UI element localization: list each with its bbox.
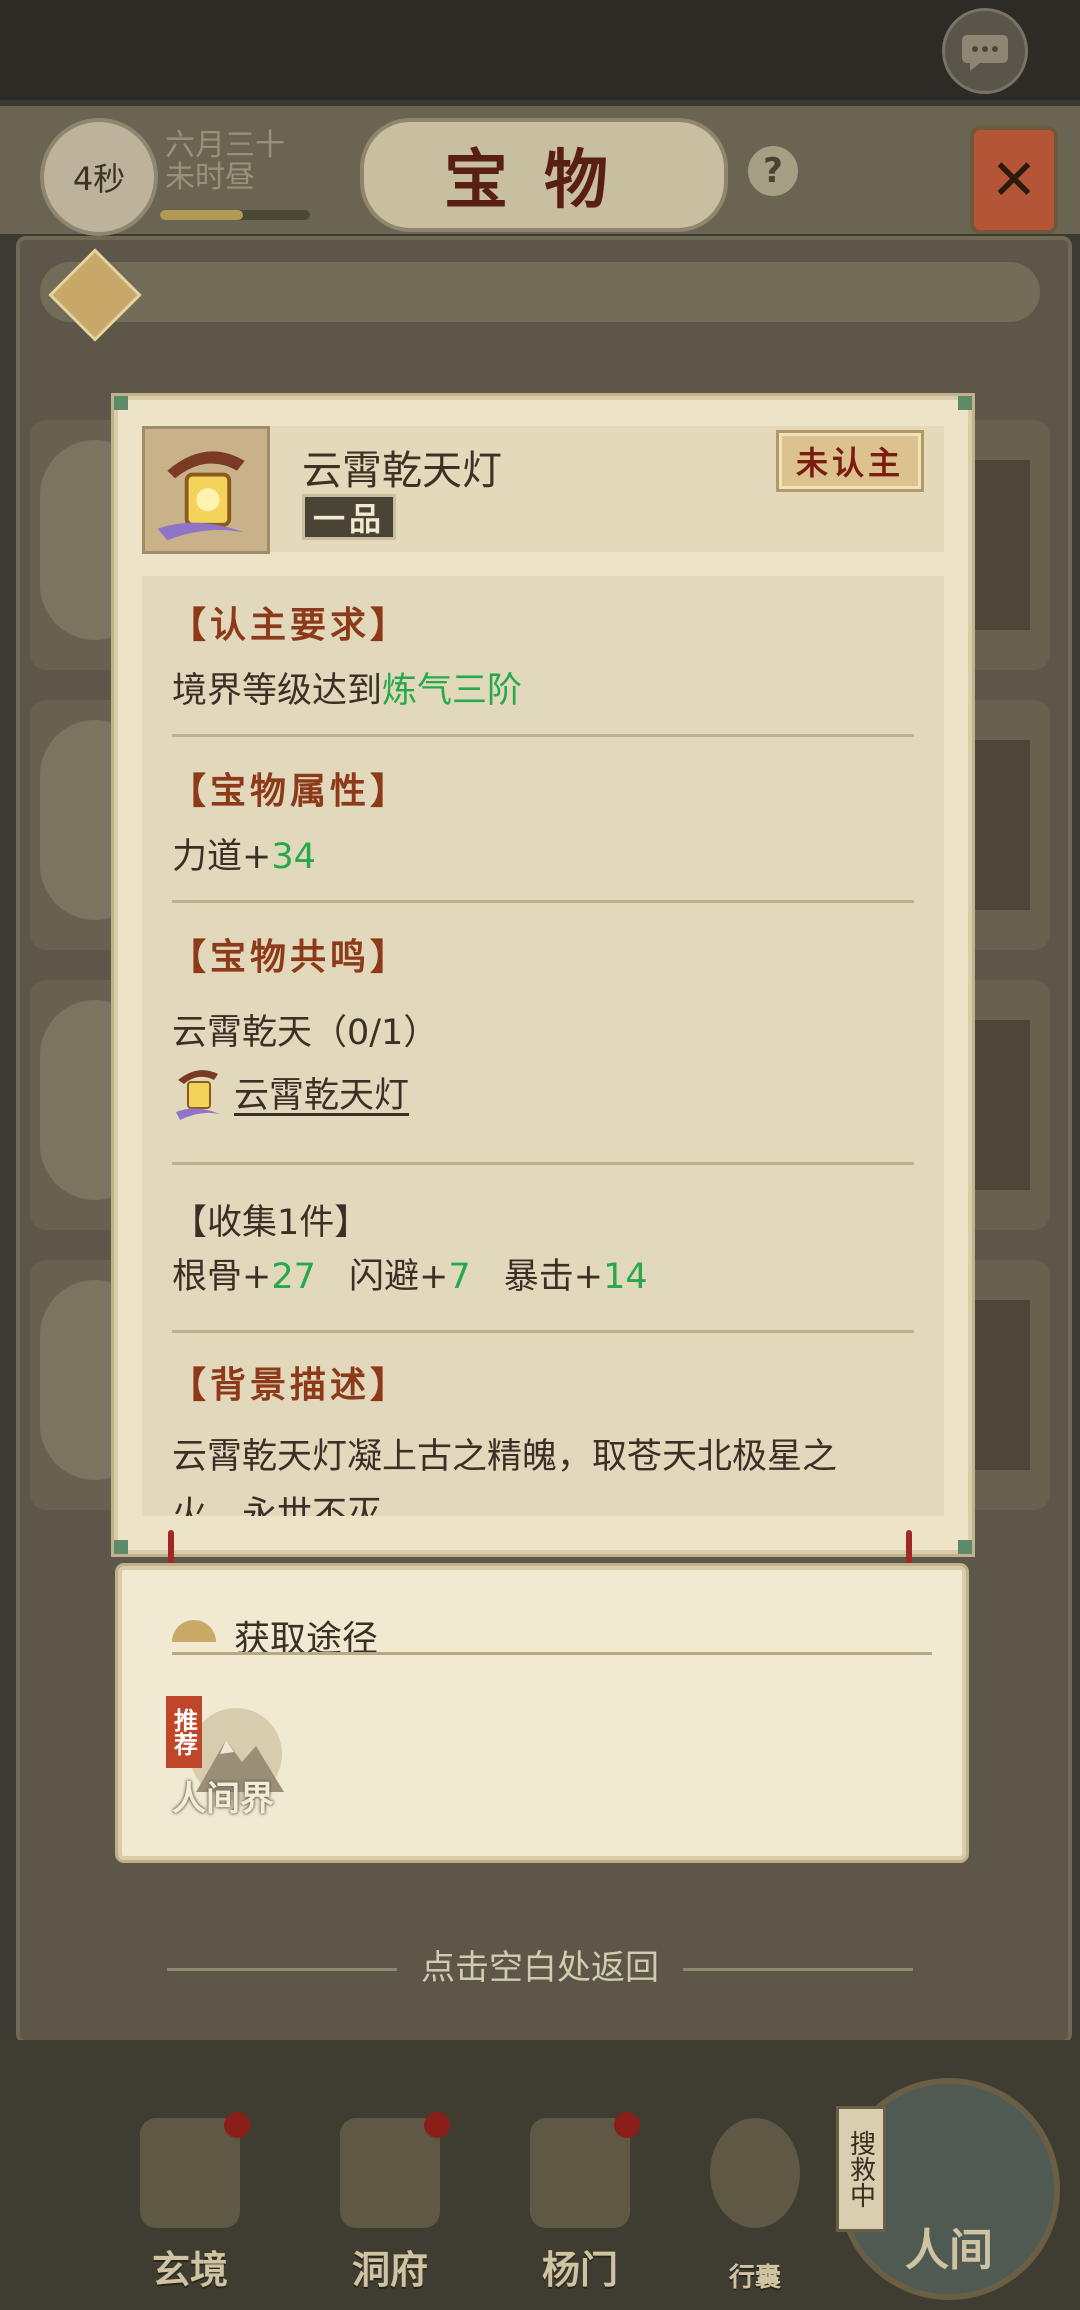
lantern-icon	[176, 1070, 220, 1120]
divider	[172, 734, 914, 737]
background-text-line-1: 云霄乾天灯凝上古之精魄，取苍天北极星之	[172, 1437, 838, 1477]
ornament-left	[167, 1968, 397, 1971]
dismiss-hint-text: 点击空白处返回	[421, 1948, 659, 1988]
pavilion-icon	[340, 2118, 440, 2228]
chat-icon	[962, 35, 1008, 71]
divider	[172, 1330, 914, 1333]
date-line-1: 六月三十	[165, 128, 285, 163]
bonus-value: 14	[603, 1257, 648, 1297]
banner-icon	[530, 2118, 630, 2228]
timer-badge: 4秒	[40, 118, 158, 236]
grade-badge: 一品	[302, 494, 396, 540]
date-line-2: 未时昼	[165, 160, 255, 195]
set-name: 云霄乾天（0/1）	[172, 1013, 439, 1053]
close-icon: ✕	[990, 147, 1038, 213]
bottom-dock: 玄境 洞府 杨门 行囊 人间	[0, 2040, 1080, 2310]
search-status-tag: 搜救中	[836, 2106, 886, 2232]
dismiss-hint[interactable]: 点击空白处返回	[0, 1940, 1080, 1989]
bonus-value: 27	[271, 1257, 316, 1297]
item-name: 云霄乾天灯	[302, 448, 502, 494]
divider	[172, 1162, 914, 1165]
notification-dot	[224, 2112, 250, 2138]
detail-scroll-area[interactable]: 【认主要求】 境界等级达到炼气三阶 【宝物属性】 力道+34 【宝物共鸣】 云霄…	[142, 576, 944, 1516]
bag-icon	[710, 2118, 800, 2228]
section-title-background: 【背景描述】	[170, 1364, 411, 1406]
dock-label: 杨门	[541, 2247, 618, 2292]
section-title-resonance: 【宝物共鸣】	[170, 936, 411, 978]
panel-banner	[40, 262, 1040, 322]
status-badge: 未认主	[776, 430, 924, 492]
recommend-tag: 推荐	[166, 1696, 202, 1768]
requirement-line: 境界等级达到炼气三阶	[172, 662, 522, 713]
item-header: 云霄乾天灯 一品 未认主	[142, 426, 944, 554]
cloud-icon	[172, 1620, 216, 1642]
notification-dot	[424, 2112, 450, 2138]
card-corner	[958, 1540, 972, 1554]
dock-xuanjing[interactable]: 玄境	[120, 2108, 260, 2298]
card-corner	[958, 396, 972, 410]
section-title-requirement: 【认主要求】	[170, 604, 411, 646]
timer-text: 4秒	[72, 160, 126, 198]
divider	[172, 900, 914, 903]
bonus-name: 暴击+	[503, 1257, 604, 1297]
divider	[172, 1652, 932, 1655]
close-button[interactable]: ✕	[970, 126, 1058, 234]
acquisition-card: 获取途径 推荐 人间界	[118, 1566, 966, 1860]
game-date: 六月三十 未时昼	[165, 130, 285, 194]
bonus-value: 7	[448, 1257, 471, 1297]
set-member-name: 云霄乾天灯	[234, 1075, 410, 1116]
card-corner	[114, 396, 128, 410]
time-progress-bar	[160, 210, 310, 220]
requirement-value: 炼气三阶	[382, 671, 523, 711]
source-world-label: 人间界	[172, 1779, 274, 1819]
help-button[interactable]: ?	[748, 146, 798, 196]
requirement-text: 境界等级达到	[172, 671, 383, 711]
ornament-right	[683, 1968, 913, 1971]
dock-bag[interactable]: 行囊	[700, 2108, 810, 2298]
lantern-icon	[142, 426, 270, 554]
attribute-value: 34	[271, 837, 316, 877]
page-title: 宝物	[360, 118, 728, 232]
chat-button[interactable]	[942, 8, 1028, 94]
bonus-name: 根骨+	[172, 1257, 272, 1297]
time-progress-fill	[160, 210, 243, 220]
card-corner	[114, 1540, 128, 1554]
notification-dot	[614, 2112, 640, 2138]
set-member-item[interactable]: 云霄乾天灯	[172, 1062, 409, 1122]
collect-title: 【收集1件】	[172, 1203, 370, 1243]
attribute-line: 力道+34	[172, 828, 316, 879]
scroll-icon	[140, 2118, 240, 2228]
treasure-detail-card: 云霄乾天灯 一品 未认主 【认主要求】 境界等级达到炼气三阶 【宝物属性】 力道…	[114, 396, 972, 1554]
dock-label: 行囊	[728, 2263, 781, 2293]
attribute-name: 力道+	[172, 837, 272, 877]
bonus-name: 闪避+	[349, 1257, 449, 1297]
source-world-button[interactable]: 推荐 人间界	[166, 1696, 290, 1820]
background-text-line-2: 火，永世不灭	[172, 1495, 383, 1516]
collect-bonus-line: 根骨+27 闪避+7 暴击+14	[172, 1248, 648, 1299]
section-title-attributes: 【宝物属性】	[170, 770, 411, 812]
top-bar	[0, 0, 1080, 100]
dock-label: 洞府	[351, 2247, 428, 2292]
dock-yangmen[interactable]: 杨门	[510, 2108, 650, 2298]
dock-label: 玄境	[151, 2247, 228, 2292]
dock-dongfu[interactable]: 洞府	[320, 2108, 460, 2298]
